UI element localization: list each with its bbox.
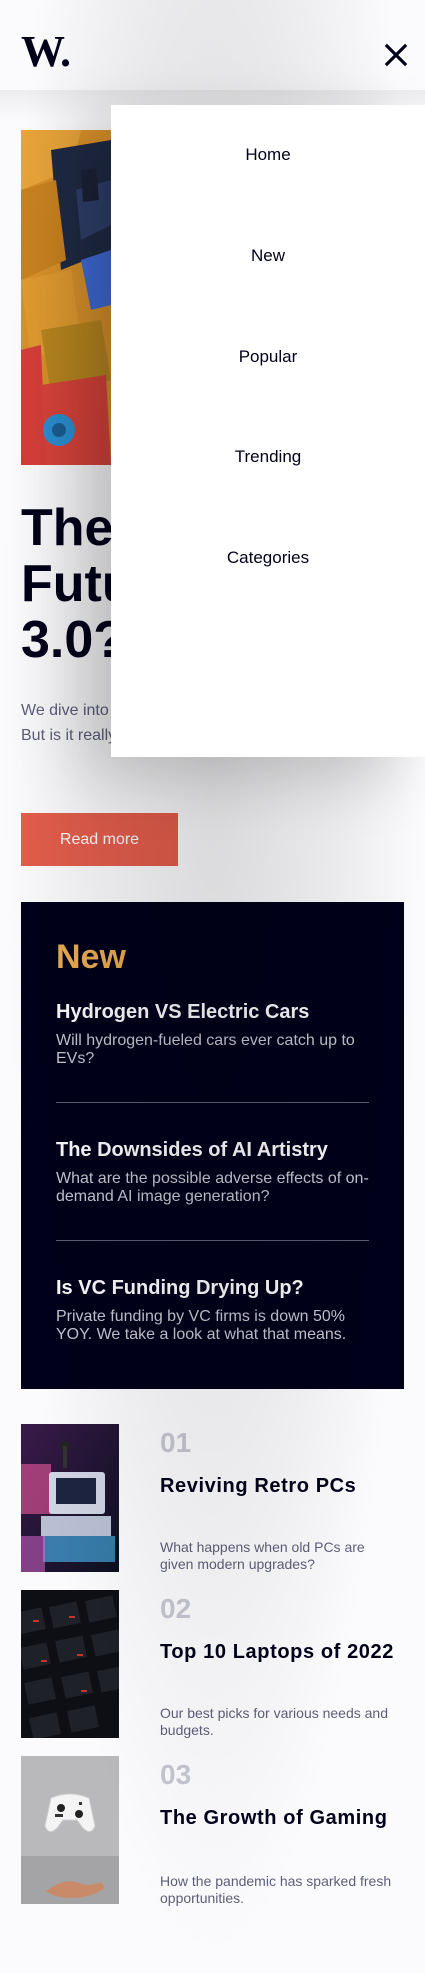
new-item-title[interactable]: Is VC Funding Drying Up? [56, 1277, 369, 1300]
menu-item-popular[interactable]: Popular [111, 347, 425, 367]
list-number: 01 [160, 1427, 192, 1458]
list-title[interactable]: The Growth of Gaming [160, 1804, 400, 1832]
divider [56, 1240, 369, 1241]
menu-item-trending[interactable]: Trending [111, 447, 425, 467]
new-heading: New [56, 938, 126, 976]
close-menu-button[interactable] [383, 42, 409, 68]
menu-item-new[interactable]: New [111, 246, 425, 266]
new-item-description: Private funding by VC firms is down 50% … [56, 1308, 347, 1343]
new-item[interactable]: Hydrogen VS Electric Cars Will hydrogen-… [56, 1001, 369, 1068]
site-header: W. [0, 0, 425, 108]
logo[interactable]: W. [21, 26, 71, 77]
new-item[interactable]: Is VC Funding Drying Up? Private funding… [56, 1277, 369, 1344]
read-more-button[interactable]: Read more [21, 813, 178, 866]
list-title[interactable]: Top 10 Laptops of 2022 [160, 1638, 400, 1666]
list-item[interactable]: 02 Top 10 Laptops of 2022 Our best picks… [21, 1590, 404, 1738]
gaming-controller-thumbnail[interactable] [21, 1756, 119, 1904]
hero-image [21, 130, 111, 465]
new-item-title[interactable]: Hydrogen VS Electric Cars [56, 1001, 369, 1024]
list-number: 02 [160, 1593, 192, 1624]
menu-item-categories[interactable]: Categories [111, 548, 425, 568]
menu-item-home[interactable]: Home [111, 145, 425, 165]
new-item-description: Will hydrogen-fueled cars ever catch up … [56, 1032, 355, 1067]
new-section: New Hydrogen VS Electric Cars Will hydro… [21, 902, 404, 1389]
list-title[interactable]: Reviving Retro PCs [160, 1472, 400, 1500]
close-icon [384, 43, 408, 67]
list-item[interactable]: 03 The Growth of Gaming How the pandemic… [21, 1756, 404, 1906]
nav-menu: Home New Popular Trending Categories [111, 105, 425, 757]
list-number: 03 [160, 1759, 192, 1790]
list-item[interactable]: 01 Reviving Retro PCs What happens when … [21, 1424, 404, 1572]
laptop-keyboard-thumbnail[interactable] [21, 1590, 119, 1738]
list-description: How the pandemic has sparked fresh oppor… [160, 1873, 392, 1906]
retro-pc-thumbnail[interactable] [21, 1424, 119, 1572]
new-item-title[interactable]: The Downsides of AI Artistry [56, 1139, 369, 1162]
new-item[interactable]: The Downsides of AI Artistry What are th… [56, 1139, 369, 1206]
list-description: What happens when old PCs are given mode… [160, 1539, 365, 1572]
new-item-description: What are the possible adverse effects of… [56, 1170, 369, 1205]
list-description: Our best picks for various needs and bud… [160, 1705, 389, 1738]
divider [56, 1102, 369, 1103]
